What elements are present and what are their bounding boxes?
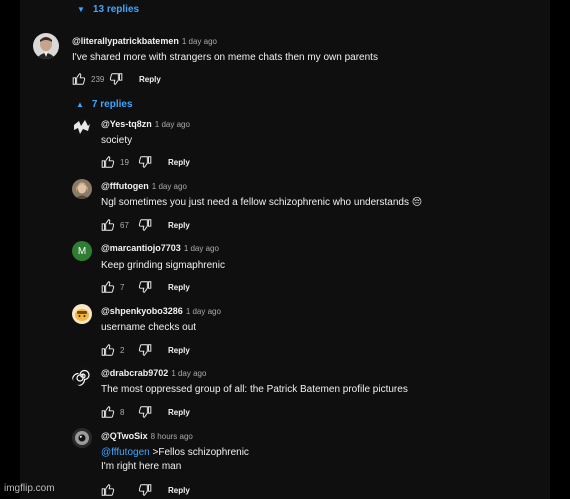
avatar[interactable]	[33, 33, 59, 59]
comment-text: Keep grinding sigmaphrenic	[101, 260, 225, 271]
comment-time[interactable]: 1 day ago	[171, 369, 206, 378]
thumbs-down-icon[interactable]	[138, 155, 152, 169]
comment-actions: 19 Reply	[101, 155, 190, 169]
cartoon-avatar-icon	[72, 304, 92, 324]
reply-button[interactable]: Reply	[168, 158, 190, 167]
comment-text: @fffutogen >Fellos schizophrenic	[101, 447, 249, 458]
comment-time[interactable]: 1 day ago	[186, 307, 221, 316]
comments-panel: ▼ 13 replies @literallypatrickbatemen 1 d…	[20, 0, 550, 499]
comment-author[interactable]: @fffutogen 1 day ago	[101, 181, 187, 191]
comment-text-line2: I'm right here man	[101, 461, 182, 472]
thumbs-down-icon[interactable]	[138, 405, 152, 419]
comment-author[interactable]: @marcantiojo7703 1 day ago	[101, 243, 219, 253]
comment-handle[interactable]: @literallypatrickbatemen	[72, 36, 179, 46]
reply-button[interactable]: Reply	[139, 75, 161, 84]
comment-author[interactable]: @QTwoSix 8 hours ago	[101, 431, 193, 441]
thumbs-up-icon[interactable]	[101, 280, 115, 294]
comment-handle[interactable]: @fffutogen	[101, 181, 149, 191]
comment-time[interactable]: 8 hours ago	[151, 432, 193, 441]
like-count: 239	[91, 74, 105, 84]
comment-handle[interactable]: @shpenkyobo3286	[101, 306, 183, 316]
thumbs-down-icon[interactable]	[138, 218, 152, 232]
eye-avatar-icon	[72, 428, 92, 448]
reply-button[interactable]: Reply	[168, 283, 190, 292]
comment-actions: 239 Reply	[72, 72, 161, 86]
comment-time[interactable]: 1 day ago	[155, 120, 190, 129]
like-count: 67	[120, 220, 129, 230]
thumbs-up-icon[interactable]	[72, 72, 86, 86]
profile-photo-icon	[33, 33, 59, 59]
comment-author[interactable]: @shpenkyobo3286 1 day ago	[101, 306, 221, 316]
comment-time[interactable]: 1 day ago	[152, 182, 187, 191]
jagged-logo-icon	[72, 117, 92, 137]
letter-avatar-icon[interactable]: M	[72, 241, 92, 261]
thumbs-down-icon[interactable]	[138, 343, 152, 357]
watermark: imgflip.com	[4, 483, 55, 494]
thumbs-up-icon[interactable]	[101, 218, 115, 232]
comment-actions: 7 Reply	[101, 280, 190, 294]
like-count: 19	[120, 157, 129, 167]
comment-time[interactable]: 1 day ago	[182, 37, 217, 46]
like-count: 7	[120, 282, 125, 292]
comment-handle[interactable]: @drabcrab9702	[101, 368, 168, 378]
thumbs-down-icon[interactable]	[138, 280, 152, 294]
comment-text-line1: >Fellos schizophrenic	[152, 447, 249, 458]
avatar[interactable]	[72, 428, 92, 448]
avatar[interactable]	[72, 117, 92, 137]
reply-button[interactable]: Reply	[168, 486, 190, 495]
thumbs-up-icon[interactable]	[101, 483, 115, 497]
thumbs-down-icon[interactable]	[138, 483, 152, 497]
chevron-down-icon: ▼	[77, 4, 85, 14]
comment-actions: 8 Reply	[101, 405, 190, 419]
thumbs-up-icon[interactable]	[101, 343, 115, 357]
thumbs-up-icon[interactable]	[101, 405, 115, 419]
comment-time[interactable]: 1 day ago	[184, 244, 219, 253]
comment-text: Ngl sometimes you just need a fellow sch…	[101, 197, 423, 208]
avatar[interactable]	[72, 304, 92, 324]
comment-text: I've shared more with strangers on meme …	[72, 52, 378, 63]
comment-handle[interactable]: @marcantiojo7703	[101, 243, 181, 253]
replies-toggle-label: 13 replies	[92, 4, 140, 15]
comment-actions: 67 Reply	[101, 218, 190, 232]
nested-toggle-label: 7 replies	[91, 99, 133, 110]
comment-text: society	[101, 135, 133, 146]
comment-actions: 2 Reply	[101, 343, 190, 357]
comment-author[interactable]: @drabcrab9702 1 day ago	[101, 368, 206, 378]
comment-author[interactable]: @Yes-tq8zn 1 day ago	[101, 119, 190, 129]
profile-photo-icon	[72, 179, 92, 199]
chevron-up-icon: ▲	[76, 99, 84, 109]
like-count: 8	[120, 407, 125, 417]
spiral-icon	[72, 366, 92, 386]
comment-text: username checks out	[101, 322, 197, 333]
like-count: 2	[120, 345, 125, 355]
comment-author[interactable]: @literallypatrickbatemen 1 day ago	[72, 36, 217, 46]
nested-replies-toggle[interactable]: ▲ 7 replies	[76, 99, 133, 110]
comment-actions: Reply	[101, 483, 190, 497]
thumbs-up-icon[interactable]	[101, 155, 115, 169]
comment-handle[interactable]: @QTwoSix	[101, 431, 148, 441]
comment-handle[interactable]: @Yes-tq8zn	[101, 119, 152, 129]
reply-button[interactable]: Reply	[168, 346, 190, 355]
replies-toggle[interactable]: ▼ 13 replies	[77, 4, 139, 15]
avatar[interactable]	[72, 366, 92, 386]
mention-link[interactable]: @fffutogen	[101, 447, 150, 458]
comment-text: The most oppressed group of all: the Pat…	[101, 384, 408, 395]
reply-button[interactable]: Reply	[168, 221, 190, 230]
thumbs-down-icon[interactable]	[109, 72, 123, 86]
reply-button[interactable]: Reply	[168, 408, 190, 417]
avatar[interactable]	[72, 179, 92, 199]
